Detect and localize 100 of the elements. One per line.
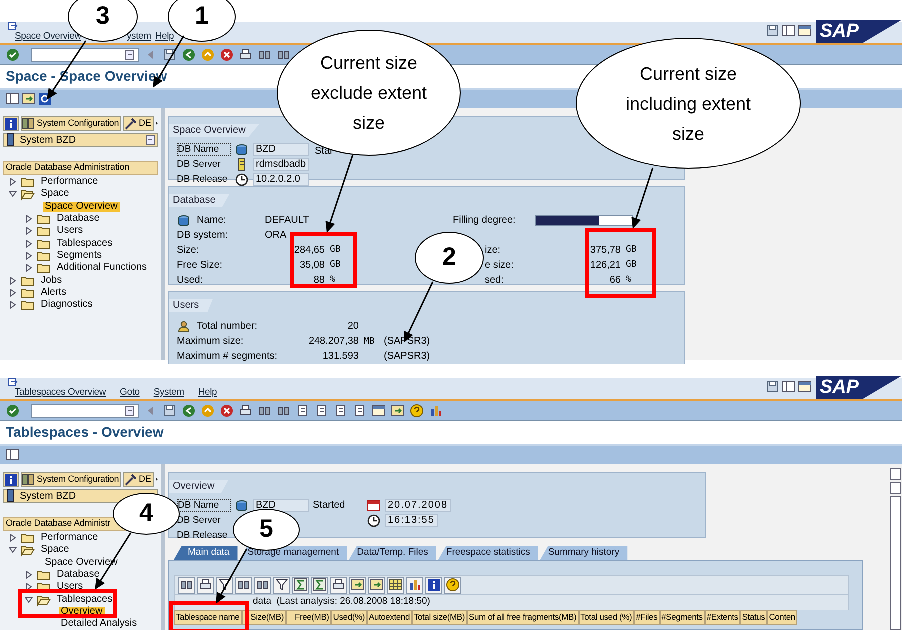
tree-item[interactable]: Space Overview: [43, 202, 120, 212]
details-button[interactable]: [178, 576, 195, 594]
column-header[interactable]: Total size(MB): [412, 610, 468, 625]
page-icon: [334, 404, 348, 418]
tab[interactable]: Freespace statistics: [438, 546, 538, 560]
navigator-tab[interactable]: System Configuration: [21, 472, 122, 487]
tree-item[interactable]: Alerts: [39, 288, 69, 298]
tree-item[interactable]: Space: [39, 189, 72, 200]
expand-triangle-icon[interactable]: [25, 240, 33, 248]
menu-item[interactable]: System: [154, 387, 184, 398]
column-header[interactable]: #Files: [634, 610, 660, 625]
menu-icon[interactable]: [8, 22, 18, 31]
tree-item[interactable]: Diagnostics: [39, 300, 95, 310]
column-header[interactable]: Status: [740, 610, 768, 625]
print-button[interactable]: [197, 576, 214, 594]
filter-button[interactable]: [273, 576, 290, 594]
expand-triangle-icon[interactable]: [25, 583, 33, 592]
tree-item[interactable]: Tablespaces: [55, 594, 115, 605]
column-header[interactable]: Autoextend: [366, 610, 412, 625]
spreadsheet-button[interactable]: [368, 576, 385, 594]
tree-item[interactable]: Performance: [39, 533, 100, 544]
column-header[interactable]: Sum of all free fragments(MB): [467, 610, 579, 625]
menu-item[interactable]: Tablespaces Overview: [15, 387, 106, 398]
menu-icon[interactable]: [8, 378, 18, 387]
expand-triangle-icon[interactable]: [9, 301, 17, 310]
collapse-triangle-icon[interactable]: [9, 190, 17, 198]
navigator-tab[interactable]: DE: [123, 116, 154, 131]
expand-triangle-icon[interactable]: [25, 215, 33, 224]
print-preview-button[interactable]: [330, 576, 347, 594]
tree-item[interactable]: Users: [55, 582, 86, 592]
find-button[interactable]: [235, 576, 252, 594]
command-field[interactable]: [31, 48, 139, 62]
column-header[interactable]: #Segments: [660, 610, 705, 625]
dropdown-icon[interactable]: [146, 135, 155, 145]
command-field[interactable]: [31, 404, 139, 418]
help-button[interactable]: [444, 576, 461, 594]
info-button[interactable]: [3, 116, 19, 131]
expand-triangle-icon[interactable]: [9, 178, 17, 186]
column-header[interactable]: Tablespace name: [174, 610, 242, 625]
tree-item[interactable]: Additional Functions: [55, 263, 150, 274]
close-icon: [798, 380, 812, 394]
field-label: ize:: [485, 244, 502, 258]
tree-item[interactable]: Database: [55, 570, 102, 580]
sum-button[interactable]: [292, 576, 309, 594]
tree-item[interactable]: Space: [39, 545, 72, 556]
field-value: 131.593: [322, 350, 359, 364]
collapse-triangle-icon[interactable]: [25, 596, 33, 604]
subtotal-button[interactable]: [311, 576, 328, 594]
page-icon: [315, 404, 329, 418]
tab[interactable]: Data/Temp. Files: [349, 546, 436, 560]
navigator-tab[interactable]: System Configuration: [21, 116, 122, 131]
navigator-tab[interactable]: DE: [123, 472, 154, 487]
database-icon: [177, 214, 191, 228]
expand-triangle-icon[interactable]: [25, 264, 33, 272]
graphic-button[interactable]: [406, 576, 423, 594]
layout-button[interactable]: [387, 576, 404, 594]
tree-item[interactable]: Users: [55, 226, 86, 236]
expand-triangle-icon[interactable]: [25, 227, 33, 236]
window-icon: [391, 404, 405, 418]
tab[interactable]: Main data: [174, 546, 238, 560]
column-header[interactable]: Conten: [767, 610, 798, 625]
field-value: 20: [346, 320, 359, 334]
menu-item[interactable]: ystem: [127, 31, 152, 42]
info-icon: [4, 116, 18, 130]
menu-item[interactable]: Help: [198, 387, 218, 398]
info-icon: [426, 578, 440, 592]
tree-item[interactable]: Tablespaces: [55, 238, 115, 249]
tree-item[interactable]: Database: [55, 214, 102, 224]
expand-triangle-icon[interactable]: [9, 534, 17, 542]
column-header[interactable]: Used(%): [331, 610, 367, 625]
unit-label: MB: [364, 336, 375, 347]
field-label: Free Size:: [177, 259, 224, 273]
info-button[interactable]: [425, 576, 442, 594]
printer-icon: [239, 404, 253, 418]
tab[interactable]: Summary history: [540, 546, 628, 560]
tree-item[interactable]: Detailed Analysis: [59, 619, 140, 630]
scrollbar[interactable]: [890, 468, 902, 630]
group-title: Database: [169, 194, 230, 207]
save-icon: [163, 404, 177, 418]
column-header[interactable]: #Extents: [704, 610, 740, 625]
menu-item[interactable]: Help: [155, 31, 174, 42]
expand-triangle-icon[interactable]: [9, 276, 17, 285]
field-label: Maximum # segments:: [177, 350, 279, 364]
find-next-button[interactable]: [254, 576, 271, 594]
tree-item[interactable]: Performance: [39, 177, 100, 188]
window-icon: [372, 404, 386, 418]
menu-item[interactable]: Goto: [120, 387, 140, 398]
expand-triangle-icon[interactable]: [25, 571, 33, 580]
info-button[interactable]: [3, 472, 19, 487]
column-header[interactable]: Free(MB): [286, 610, 332, 625]
expand-triangle-icon[interactable]: [9, 288, 17, 297]
tree-item[interactable]: Segments: [55, 250, 104, 261]
export-button[interactable]: [349, 576, 366, 594]
system-selector[interactable]: System BZD: [3, 133, 158, 147]
field-label: Filling degree:: [453, 214, 517, 228]
tree-item[interactable]: Jobs: [39, 276, 64, 286]
collapse-triangle-icon[interactable]: [9, 546, 17, 554]
clock-icon: [367, 514, 381, 528]
expand-triangle-icon[interactable]: [25, 252, 33, 260]
column-header[interactable]: Total used (%): [578, 610, 634, 625]
